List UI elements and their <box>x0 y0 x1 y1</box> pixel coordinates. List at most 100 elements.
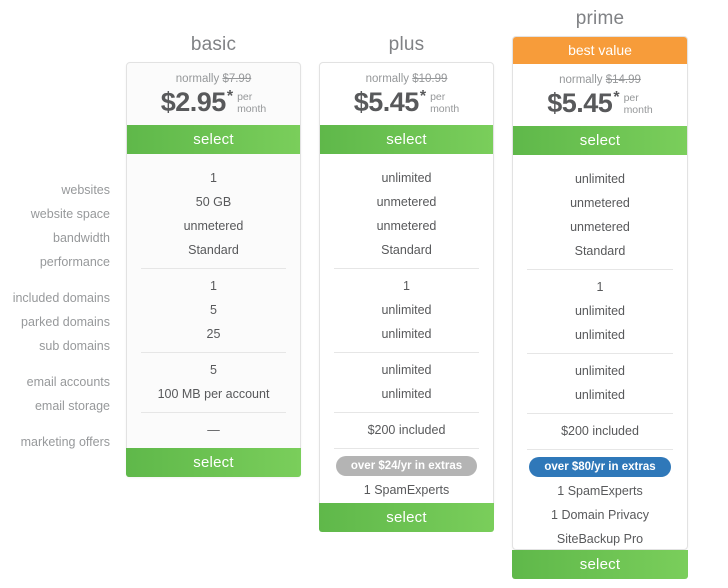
feature-label-column: websites website space bandwidth perform… <box>0 178 112 466</box>
extras-item-prime-0: 1 SpamExperts <box>557 484 643 498</box>
label-email-accounts: email accounts <box>26 375 110 389</box>
select-button-basic-bottom[interactable]: select <box>126 448 301 477</box>
normally-prefix-prime: normally <box>559 74 606 86</box>
price-amount-plus: $5.45 <box>353 87 420 117</box>
divider-prime-1 <box>527 268 673 270</box>
label-sub-domains: sub domains <box>39 339 110 353</box>
normally-price-plus: normally $10.99 <box>320 72 493 86</box>
feat-group-prime-marketing: $200 included <box>513 419 687 443</box>
feat-group-basic-email: 5 100 MB per account <box>127 358 300 406</box>
features-basic: 1 50 GB unmetered Standard 1 5 25 5 100 … <box>127 154 300 442</box>
price-line-prime: $5.45 * per month <box>513 88 687 118</box>
label-email-storage: email storage <box>34 399 110 413</box>
plan-title-basic: basic <box>190 34 237 55</box>
features-prime: unlimited unmetered unmetered Standard 1… <box>513 155 687 551</box>
month-label-prime: month <box>623 104 653 116</box>
extras-item-prime-2: SiteBackup Pro <box>556 532 644 546</box>
feat-plus-email-storage: unlimited <box>381 387 432 401</box>
feat-group-basic-marketing: — <box>127 418 300 442</box>
label-marketing-offers: marketing offers <box>20 435 110 449</box>
plan-card-prime: best value normally $14.99 $5.45 * per m… <box>512 36 688 550</box>
label-website-space: website space <box>30 207 110 221</box>
feat-prime-email-storage: unlimited <box>574 388 626 402</box>
feat-plus-websites: unlimited <box>381 171 432 185</box>
label-group-marketing: marketing offers <box>0 430 112 454</box>
normally-strike-basic: $7.99 <box>222 73 252 85</box>
per-month-plus: per month <box>430 91 459 115</box>
feat-group-prime-extras: 1 SpamExperts 1 Domain Privacy SiteBacku… <box>513 479 687 551</box>
plan-title-prime: prime <box>575 8 625 29</box>
select-button-prime-top[interactable]: select <box>513 126 687 155</box>
feat-plus-marketing-offers: $200 included <box>367 423 446 437</box>
feat-group-plus-extras: 1 SpamExperts <box>320 478 493 502</box>
price-line-plus: $5.45 * per month <box>320 87 493 117</box>
plan-card-basic: normally $7.99 $2.95 * per month select … <box>126 62 301 477</box>
label-group-email: email accounts email storage <box>0 370 112 418</box>
feat-group-plus-marketing: $200 included <box>320 418 493 442</box>
feat-group-plus-hosting: unlimited unmetered unmetered Standard <box>320 166 493 262</box>
feat-prime-website-space: unmetered <box>570 196 630 210</box>
month-label-plus: month <box>430 103 460 115</box>
price-star-plus: * <box>419 88 427 105</box>
normally-strike-prime: $14.99 <box>605 74 641 86</box>
feat-plus-email-accounts: unlimited <box>381 363 432 377</box>
label-group-domains: included domains parked domains sub doma… <box>0 286 112 358</box>
normally-price-prime: normally $14.99 <box>513 73 687 87</box>
per-label-prime: per <box>623 92 639 104</box>
price-block-prime: normally $14.99 $5.45 * per month <box>513 64 687 126</box>
feat-basic-bandwidth: unmetered <box>183 219 244 233</box>
feat-plus-parked-domains: unlimited <box>381 303 432 317</box>
select-button-plus-top[interactable]: select <box>320 125 493 154</box>
feat-group-basic-domains: 1 5 25 <box>127 274 300 346</box>
plan-title-plus: plus <box>388 34 425 55</box>
feat-prime-parked-domains: unlimited <box>574 304 626 318</box>
label-bandwidth: bandwidth <box>53 231 110 245</box>
label-websites: websites <box>61 183 110 197</box>
price-amount-prime: $5.45 <box>547 88 613 118</box>
plan-card-plus: normally $10.99 $5.45 * per month select… <box>319 62 494 515</box>
divider-basic-1 <box>141 267 286 269</box>
feat-plus-sub-domains: unlimited <box>381 327 432 341</box>
label-performance: performance <box>39 255 110 269</box>
feat-plus-performance: Standard <box>381 243 432 257</box>
select-button-prime-bottom[interactable]: select <box>512 550 688 579</box>
normally-prefix-basic: normally <box>175 73 223 85</box>
divider-prime-4 <box>527 448 673 450</box>
price-star-prime: * <box>613 89 620 106</box>
normally-strike-plus: $10.99 <box>412 73 448 85</box>
pricing-table: websites website space bandwidth perform… <box>0 0 728 588</box>
select-button-plus-bottom[interactable]: select <box>319 503 494 532</box>
price-star-basic: * <box>226 88 234 105</box>
normally-price-basic: normally $7.99 <box>127 72 300 86</box>
feat-group-plus-domains: 1 unlimited unlimited <box>320 274 493 346</box>
feat-basic-marketing-offers: — <box>207 423 220 437</box>
feat-basic-email-accounts: 5 <box>210 363 217 377</box>
feat-prime-marketing-offers: $200 included <box>561 424 639 438</box>
per-month-basic: per month <box>237 91 266 115</box>
extras-badge-prime: over $80/yr in extras <box>529 457 671 477</box>
extras-item-prime-1: 1 Domain Privacy <box>551 508 649 522</box>
best-value-banner-prime: best value <box>513 37 687 64</box>
divider-plus-2 <box>334 351 479 353</box>
label-parked-domains: parked domains <box>21 315 110 329</box>
feat-plus-included-domains: 1 <box>403 279 410 293</box>
label-group-hosting: websites website space bandwidth perform… <box>0 178 112 274</box>
divider-prime-3 <box>527 412 673 414</box>
price-block-plus: normally $10.99 $5.45 * per month <box>320 63 493 125</box>
month-label-basic: month <box>237 103 267 115</box>
per-month-prime: per month <box>624 92 653 116</box>
feat-basic-website-space: 50 GB <box>195 195 232 209</box>
divider-plus-1 <box>334 267 479 269</box>
extras-badge-row-prime: over $80/yr in extras <box>513 455 687 479</box>
feat-basic-included-domains: 1 <box>210 279 217 293</box>
divider-basic-3 <box>141 411 286 413</box>
divider-basic-2 <box>141 351 286 353</box>
select-button-basic-top[interactable]: select <box>127 125 300 154</box>
feat-group-prime-domains: 1 unlimited unlimited <box>513 275 687 347</box>
label-included-domains: included domains <box>12 291 110 305</box>
per-label-plus: per <box>430 91 446 103</box>
extras-item-plus-0: 1 SpamExperts <box>363 483 450 497</box>
divider-prime-2 <box>527 352 673 354</box>
feat-group-prime-hosting: unlimited unmetered unmetered Standard <box>513 167 687 263</box>
feat-group-prime-email: unlimited unlimited <box>513 359 687 407</box>
